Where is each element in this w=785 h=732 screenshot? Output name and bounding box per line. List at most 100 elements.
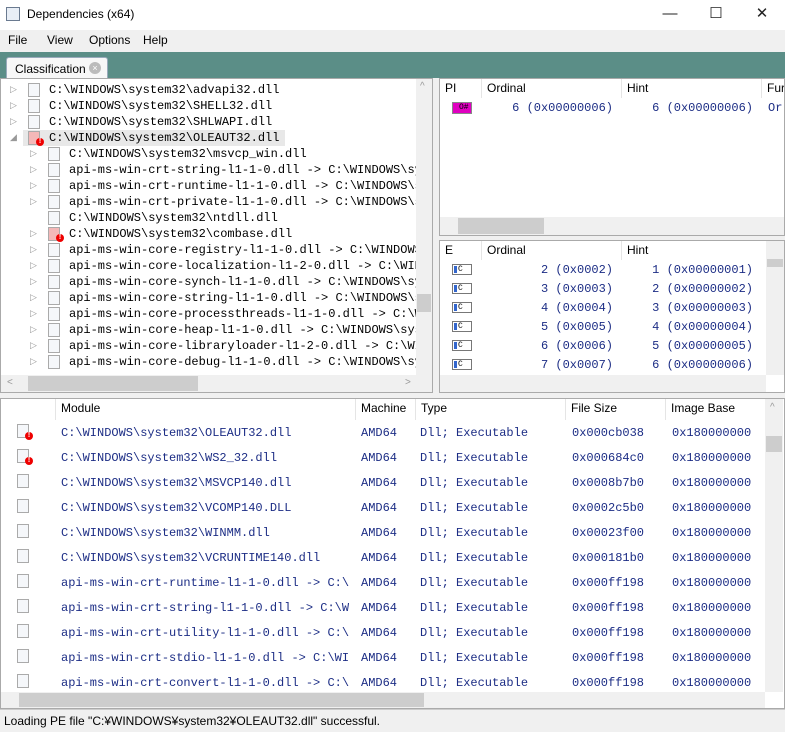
tree-node[interactable]: ▷ C:\WINDOWS\system32\SHELL32.dll (1, 98, 417, 114)
machine: AMD64 (361, 476, 398, 490)
tab-close-icon[interactable]: × (89, 62, 101, 74)
scroll-up-icon[interactable]: ^ (420, 81, 425, 92)
scroll-thumb[interactable] (417, 294, 431, 312)
column-header[interactable] (1, 399, 56, 420)
scroll-up-icon[interactable]: ^ (770, 402, 775, 413)
tree-vertical-scrollbar[interactable]: ^ (416, 79, 432, 375)
expand-icon[interactable]: ▷ (30, 260, 37, 271)
expand-icon[interactable]: ▷ (30, 196, 37, 207)
modules-vertical-scrollbar[interactable]: ^ (765, 399, 783, 692)
machine: AMD64 (361, 526, 398, 540)
scroll-thumb[interactable] (766, 436, 782, 452)
column-header[interactable]: Fur (762, 79, 784, 98)
column-header[interactable]: File Size (566, 399, 666, 420)
module-row[interactable]: api-ms-win-crt-runtime-l1-1-0.dll -> C:\… (1, 574, 765, 592)
column-header[interactable]: Ordinal (482, 241, 622, 260)
tree-node[interactable]: ▷ api-ms-win-core-string-l1-1-0.dll -> C:… (1, 290, 422, 306)
module-path: C:\WINDOWS\system32\SHLWAPI.dll (49, 115, 273, 129)
tree-node[interactable]: ▷ C:\WINDOWS\system32\advapi32.dll (1, 82, 417, 98)
module-row[interactable]: api-ms-win-crt-stdio-l1-1-0.dll -> C:\WI… (1, 649, 765, 667)
tab-classification[interactable]: Classification × (6, 57, 108, 79)
tree-node[interactable]: ▷ C:\WINDOWS\system32\msvcp_win.dll (1, 146, 417, 162)
menu-help[interactable]: Help (143, 33, 168, 47)
hint: 2 (0x00000002) (652, 282, 753, 296)
tree-node[interactable]: ▷ api-ms-win-core-debug-l1-1-0.dll -> C:\… (1, 354, 422, 370)
expand-icon[interactable]: ▷ (10, 84, 17, 95)
expand-icon[interactable]: ▷ (30, 324, 37, 335)
tree-node[interactable]: C:\WINDOWS\system32\ntdll.dll (1, 210, 417, 226)
scroll-thumb[interactable] (19, 693, 424, 707)
tree-node[interactable]: ▷! C:\WINDOWS\system32\combase.dll (1, 226, 417, 242)
tree-node[interactable]: ▷ api-ms-win-core-synch-l1-1-0.dll -> C:\… (1, 274, 422, 290)
column-header[interactable]: E (440, 241, 482, 260)
tree-node[interactable]: ▷ api-ms-win-core-libraryloader-l1-2-0.dl… (1, 338, 422, 354)
module-row[interactable]: ! C:\WINDOWS\system32\OLEAUT32.dll AMD64 Dl… (1, 424, 765, 442)
maximize-button[interactable]: ☐ (693, 0, 739, 30)
tree-node[interactable]: ▷ api-ms-win-core-processthreads-l1-1-0.d… (1, 306, 422, 322)
export-c-icon: C (452, 283, 472, 294)
export-c-icon: C (452, 340, 472, 351)
exports-vertical-scrollbar[interactable] (766, 241, 784, 375)
minimize-button[interactable]: — (647, 0, 693, 30)
module-row[interactable]: C:\WINDOWS\system32\VCOMP140.DLL AMD64 Dll… (1, 499, 765, 517)
module-icon (17, 674, 29, 688)
module-row[interactable]: ! C:\WINDOWS\system32\WS2_32.dll AMD64 Dll;… (1, 449, 765, 467)
machine: AMD64 (361, 676, 398, 690)
module-icon (48, 275, 60, 289)
collapse-icon[interactable]: ◢ (10, 132, 17, 143)
scroll-thumb[interactable] (458, 218, 544, 234)
scroll-left-icon[interactable]: < (7, 377, 13, 388)
expand-icon[interactable]: ▷ (30, 308, 37, 319)
column-header[interactable]: Module (56, 399, 356, 420)
column-header[interactable]: Type (416, 399, 566, 420)
tree-node[interactable]: ▷ api-ms-win-core-heap-l1-1-0.dll -> C:\W… (1, 322, 422, 338)
column-header[interactable]: Ordinal (482, 79, 622, 98)
expand-icon[interactable]: ▷ (30, 180, 37, 191)
module-row[interactable]: C:\WINDOWS\system32\WINMM.dll AMD64 Dll; E… (1, 524, 765, 542)
menu-options[interactable]: Options (89, 33, 130, 47)
column-header[interactable]: Machine (356, 399, 416, 420)
scroll-thumb[interactable] (767, 259, 783, 267)
exports-horizontal-scrollbar[interactable] (440, 375, 766, 392)
scroll-right-icon[interactable]: > (405, 377, 411, 388)
tree-node[interactable]: ▷ api-ms-win-crt-string-l1-1-0.dll -> C:\… (1, 162, 422, 178)
tree-node[interactable]: ▷ C:\WINDOWS\system32\SHLWAPI.dll (1, 114, 417, 130)
file-type: Dll; Executable (420, 526, 529, 540)
module-row[interactable]: api-ms-win-crt-convert-l1-1-0.dll -> C:\… (1, 674, 765, 692)
tree-node[interactable]: ▷ api-ms-win-crt-runtime-l1-1-0.dll -> C:… (1, 178, 422, 194)
close-button[interactable]: ✕ (739, 0, 785, 30)
tree-node[interactable]: ▷ api-ms-win-core-localization-l1-2-0.dll… (1, 258, 422, 274)
expand-icon[interactable]: ▷ (30, 244, 37, 255)
column-header[interactable]: Hint (622, 241, 767, 260)
module-path: C:\WINDOWS\system32\MSVCP140.dll (61, 476, 292, 490)
menu-view[interactable]: View (47, 33, 73, 47)
expand-icon[interactable]: ▷ (10, 116, 17, 127)
tree-node[interactable]: ▷ api-ms-win-crt-private-l1-1-0.dll -> C:… (1, 194, 422, 210)
expand-icon[interactable]: ▷ (10, 100, 17, 111)
module-path: api-ms-win-crt-utility-l1-1-0.dll -> C:\ (61, 626, 350, 640)
export-c-icon: C (452, 264, 472, 275)
status-bar: Loading PE file "C:¥WINDOWS¥system32¥OLE… (0, 709, 785, 732)
modules-horizontal-scrollbar[interactable] (1, 692, 765, 708)
expand-icon[interactable]: ▷ (30, 356, 37, 367)
expand-icon[interactable]: ▷ (30, 340, 37, 351)
module-row[interactable]: api-ms-win-crt-utility-l1-1-0.dll -> C:\… (1, 624, 765, 642)
scroll-thumb[interactable] (28, 376, 198, 391)
expand-icon[interactable]: ▷ (30, 228, 37, 239)
column-header[interactable]: PI (440, 79, 482, 98)
menu-file[interactable]: File (8, 33, 27, 47)
expand-icon[interactable]: ▷ (30, 164, 37, 175)
expand-icon[interactable]: ▷ (30, 276, 37, 287)
tree-horizontal-scrollbar[interactable]: < > (1, 375, 432, 392)
imports-horizontal-scrollbar[interactable] (440, 217, 784, 235)
column-header[interactable]: Hint (622, 79, 762, 98)
module-row[interactable]: api-ms-win-crt-string-l1-1-0.dll -> C:\W… (1, 599, 765, 617)
tree-node[interactable]: ▷ api-ms-win-core-registry-l1-1-0.dll -> … (1, 242, 422, 258)
module-row[interactable]: C:\WINDOWS\system32\VCRUNTIME140.dll AMD6… (1, 549, 765, 567)
expand-icon[interactable]: ▷ (30, 148, 37, 159)
expand-icon[interactable]: ▷ (30, 292, 37, 303)
column-header[interactable]: Image Base (666, 399, 766, 420)
tree-node[interactable]: ◢! C:\WINDOWS\system32\OLEAUT32.dll (1, 130, 417, 146)
module-row[interactable]: C:\WINDOWS\system32\MSVCP140.dll AMD64 Dll… (1, 474, 765, 492)
dependency-tree[interactable]: ▷ C:\WINDOWS\system32\advapi32.dll ▷ C:\WIN… (0, 78, 433, 393)
